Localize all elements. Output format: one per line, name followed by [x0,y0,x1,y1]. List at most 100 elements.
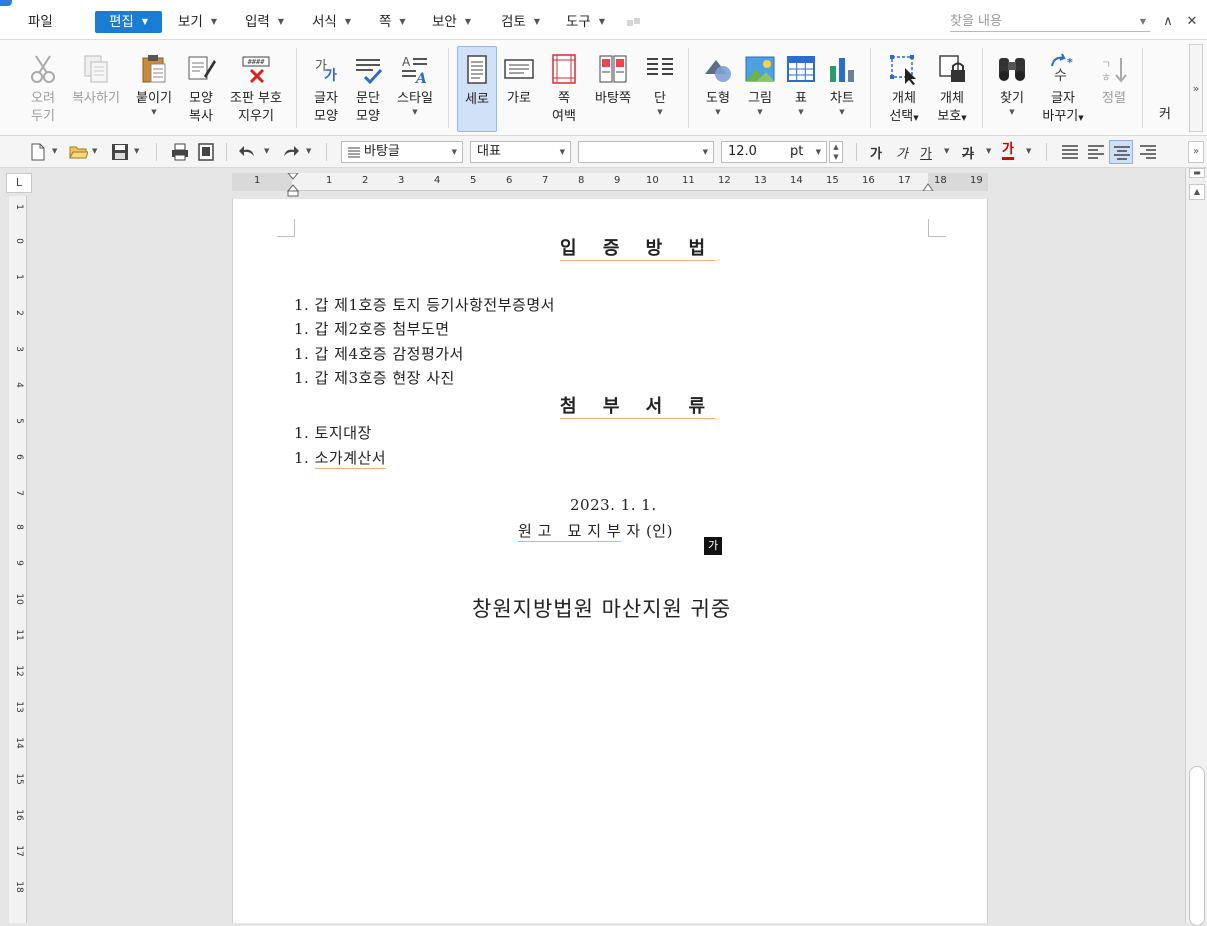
caret-down-icon[interactable]: ▼ [264,147,269,155]
caret-down-icon[interactable]: ▼ [986,147,991,155]
menu-file[interactable]: 파일 [24,11,57,33]
menu-review[interactable]: 검토 ▼ [497,11,544,33]
font-language-select[interactable]: 대표 ▼ [470,141,571,163]
align-center-button[interactable] [1109,140,1133,164]
font-name-select[interactable]: ▼ [578,141,714,163]
menu-insert[interactable]: 입력 ▼ [241,11,288,33]
scroll-up-icon[interactable]: ▲ [1189,184,1205,200]
char-shape-button[interactable]: 가가 글자 모양 [306,46,346,132]
dropdown-arrow-icon[interactable]: ▼ [132,108,176,116]
ruler-number: 1 [254,175,261,186]
dropdown-arrow-icon[interactable]: ▼ [392,108,438,116]
ruler-number: 14 [790,175,803,186]
toolbar-expand-icon[interactable]: » [1188,141,1204,163]
page-margin-button[interactable]: 쪽 여백 [542,46,586,132]
dropdown-arrow-icon[interactable]: ▼ [640,108,680,116]
undo-icon[interactable] [238,142,258,162]
caret-down-icon[interactable]: ▼ [1026,147,1031,155]
menu-view[interactable]: 보기 ▼ [174,11,221,33]
menu-page[interactable]: 쪽 ▼ [375,11,410,33]
caret-down-icon[interactable]: ▼ [92,147,97,155]
font-size-spinner[interactable]: ▲ ▼ [829,141,843,163]
collapse-ribbon-icon[interactable]: ∧ [1159,12,1177,32]
protect-object-button[interactable]: 개체 보호▼ [930,46,974,132]
lock-icon [939,55,965,82]
format-painter-button[interactable]: 모양 복사 [180,46,222,132]
caret-down-icon[interactable]: ▼ [306,147,311,155]
font-color-button[interactable]: 가 [1002,143,1014,160]
caret-down-icon[interactable]: ▼ [452,142,457,162]
vertical-ruler[interactable]: 1 0 1 2 3 4 5 6 7 8 9 10 11 12 13 14 15 … [9,196,27,923]
redo-icon[interactable] [280,142,300,162]
ruler-number: 6 [14,454,24,460]
ribbon-expand-icon[interactable]: » [1189,44,1203,132]
sort-button[interactable]: ㄱㅎ 정렬 [1094,46,1134,132]
column-button[interactable]: 단 ▼ [640,46,680,132]
bold-button[interactable]: 가 [870,143,882,162]
para-shape-button[interactable]: 문단 모양 [348,46,388,132]
select-object-button[interactable]: 개체 선택▼ [882,46,926,132]
font-size-input[interactable]: 12.0 pt ▼ [721,141,827,163]
more-ribbon-item[interactable]: 커 [1152,46,1178,132]
scroll-thumb[interactable] [1189,766,1205,926]
dropdown-arrow-icon[interactable]: ▼ [782,108,820,116]
underline-button[interactable]: 가 [920,143,932,162]
shape-button[interactable]: 도형 ▼ [698,46,738,132]
replace-button[interactable]: 수 * 글자 바꾸기▼ [1038,46,1088,132]
find-button[interactable]: 찾기 ▼ [992,46,1032,132]
caret-down-icon[interactable]: ▼ [134,147,139,155]
caret-down-icon[interactable]: ▼ [816,142,821,162]
toolbar-separator [156,143,157,161]
new-document-icon[interactable] [28,142,48,162]
menu-format[interactable]: 서식 ▼ [308,11,355,33]
caret-down-icon[interactable]: ▼ [944,147,949,155]
vertical-scrollbar[interactable]: ▬ ▲ [1185,168,1207,926]
find-input[interactable]: 찾을 내용 ▼ [950,12,1150,32]
strikethrough-button[interactable]: 가 [962,143,974,162]
caret-down-icon[interactable]: ▼ [703,142,708,162]
scroll-top-icon[interactable]: ▬ [1189,168,1205,178]
save-disk-icon[interactable] [110,142,130,162]
dropdown-arrow-icon[interactable]: ▼ [992,108,1032,116]
portrait-button[interactable]: 세로 [457,46,497,132]
print-preview-icon[interactable] [196,142,216,162]
cut-button[interactable]: 오려 두기 [22,46,64,132]
style-button[interactable]: AA 스타일 ▼ [392,46,438,132]
paste-button[interactable]: 붙이기 ▼ [132,46,176,132]
caret-down-icon[interactable]: ▼ [1140,12,1146,32]
clear-codes-button[interactable]: #### 조판 부호 지우기 [226,46,286,132]
extension-icon[interactable] [626,16,642,30]
copy-button[interactable]: 복사하기 [68,46,124,132]
format-painter-icon [188,56,216,80]
ruler-number: 1 [14,204,24,210]
menu-security[interactable]: 보안 ▼ [428,11,475,33]
print-icon[interactable] [170,142,190,162]
portrait-page-icon [467,55,487,84]
evidence-item: 1. 갑 제1호증 토지 등기사항전부증명서 [294,296,555,314]
italic-button[interactable]: 가 [896,143,908,162]
dropdown-arrow-icon[interactable]: ▼ [740,108,780,116]
open-folder-icon[interactable] [68,142,88,162]
table-button[interactable]: 표 ▼ [782,46,820,132]
align-justify-icon[interactable] [1060,142,1080,162]
menu-edit[interactable]: 편집 ▼ [95,11,162,33]
dropdown-arrow-icon[interactable]: ▼ [822,108,862,116]
master-page-button[interactable]: 바탕쪽 [590,46,636,132]
align-right-icon[interactable] [1138,142,1158,162]
indent-marker-icon[interactable] [287,173,299,197]
right-indent-marker-icon[interactable] [922,183,934,191]
caret-down-icon: ▼ [464,17,471,26]
tab-type-selector[interactable]: L [6,173,32,193]
close-icon[interactable]: ✕ [1183,12,1201,32]
style-select[interactable]: 바탕글 ▼ [341,141,463,163]
caret-down-icon[interactable]: ▼ [560,142,565,162]
caret-down-icon[interactable]: ▼ [52,147,57,155]
ruler-number: 2 [14,310,24,316]
dropdown-arrow-icon[interactable]: ▼ [698,108,738,116]
menu-tools[interactable]: 도구 ▼ [562,11,609,33]
horizontal-ruler[interactable]: 1 1 2 3 4 5 6 7 8 9 10 11 12 13 14 15 16… [232,173,988,197]
chart-button[interactable]: 차트 ▼ [822,46,862,132]
align-left-icon[interactable] [1086,142,1106,162]
landscape-button[interactable]: 가로 [500,46,538,132]
picture-button[interactable]: 그림 ▼ [740,46,780,132]
